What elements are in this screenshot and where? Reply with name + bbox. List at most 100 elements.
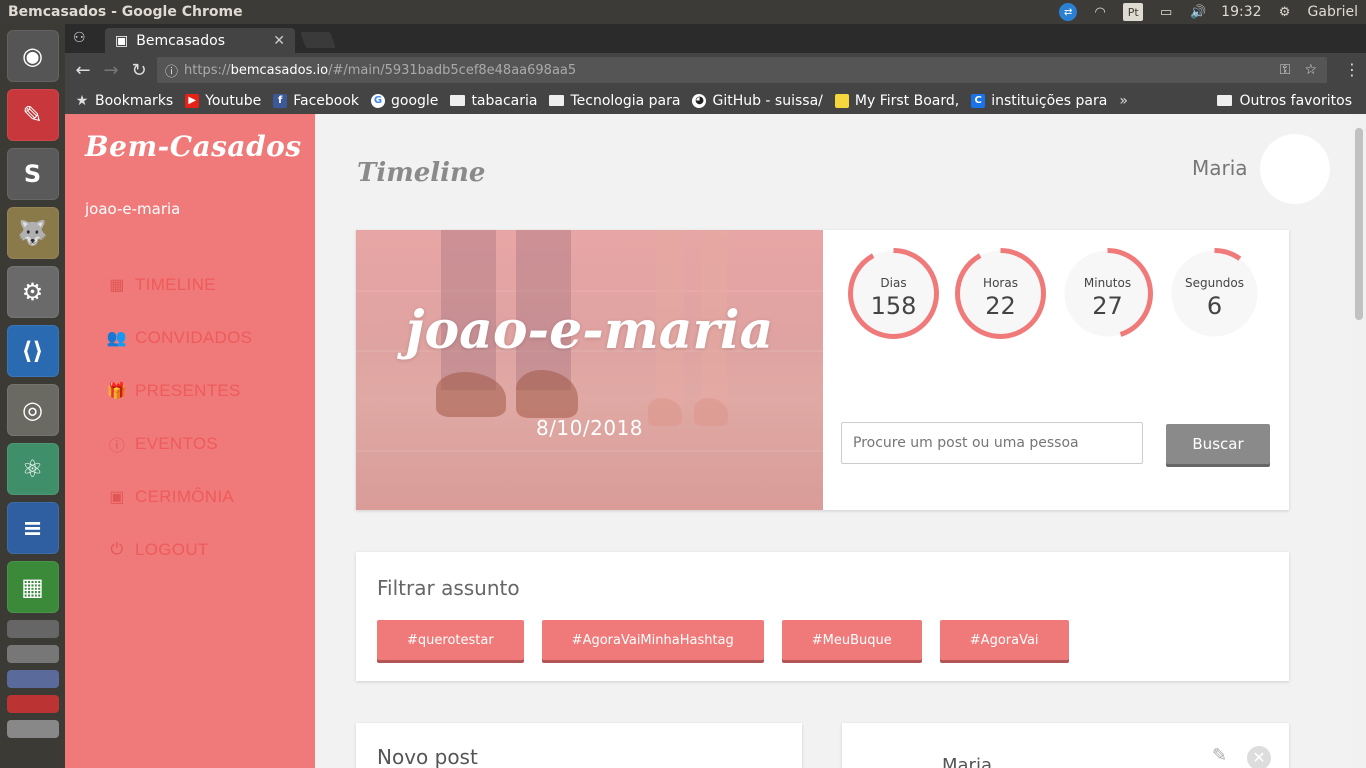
launcher-stacked-item-icon[interactable] [6,670,59,688]
countdown: Dias 158 Horas 22 Minutos 27 Segundos 6 [846,246,1262,341]
countdown-label: Segundos [1184,276,1245,290]
launcher-stacked-item-icon[interactable] [6,620,59,638]
search-input[interactable] [841,422,1143,464]
bookmark-item-google[interactable]: G google [371,93,438,109]
atom-icon[interactable]: ⚛ [6,443,59,495]
bookmark-item-trello[interactable]: My First Board, [834,92,960,109]
chrome-menu-icon[interactable]: ⋮ [1344,60,1360,79]
chrome-tab-strip: ⚇ ▣ Bemcasados ✕ [65,24,1366,53]
system-tray: ⇄ ◠ Pt ▭ 🔊 19:32 ⚙ Gabriel [1059,0,1358,24]
bookmark-label: Youtube [205,92,262,109]
bookmark-label: tabacaria [471,92,538,109]
countdown-seconds: Segundos 6 [1167,246,1262,341]
close-icon[interactable]: ✕ [1247,746,1271,768]
bookmark-item-facebook[interactable]: f Facebook [273,93,359,109]
youtube-icon: ▶ [185,93,200,108]
key-icon[interactable]: ⚿ [1280,62,1291,78]
other-bookmarks-label: Outros favoritos [1239,92,1353,109]
back-arrow-icon[interactable]: ← [69,60,97,81]
sidebar-item-label: TIMELINE [135,274,216,294]
teamviewer-icon[interactable]: ⇄ [1059,3,1078,21]
sidebar-item-convidados[interactable]: 👥 CONVIDADOS [107,311,252,364]
countdown-days: Dias 158 [846,246,941,341]
calendar-icon: ▣ [109,488,125,506]
page-scrollbar[interactable] [1352,114,1366,768]
bookmark-item-bookmarks[interactable]: ★ Bookmarks [75,92,174,109]
couple-photo: joao-e-maria 8/10/2018 [356,230,823,510]
bookmark-label: Bookmarks [95,92,174,109]
feed-post-card: Maria ✎ ✕ [842,723,1289,768]
site-info-icon[interactable]: ⓘ [165,61,178,80]
avatar[interactable] [1260,134,1330,204]
wifi-icon[interactable]: ◠ [1091,3,1109,21]
couple-slug: joao-e-maria [85,200,181,218]
page-title: Timeline [357,158,486,188]
settings-gear-icon[interactable]: ⚙ [1276,3,1294,21]
sidebar-item-logout[interactable]: ⏻ LOGOUT [107,523,252,576]
volume-icon[interactable]: 🔊 [1189,3,1207,21]
session-user[interactable]: Gabriel [1308,4,1358,20]
bookmark-label: My First Board, [854,92,960,109]
other-bookmarks[interactable]: Outros favoritos [1216,92,1353,109]
gimp-icon[interactable]: 🐺 [6,207,59,259]
browser-tab[interactable]: ▣ Bemcasados ✕ [105,28,295,53]
libreoffice-writer-icon[interactable]: ≡ [6,502,59,554]
sidebar-item-label: EVENTOS [135,433,219,453]
search-button[interactable]: Buscar [1166,424,1270,464]
bookmark-label: GitHub - suissa/ [712,92,823,109]
hashtag-button[interactable]: #AgoraVai [939,620,1069,660]
chrome-icon[interactable]: ◎ [6,384,59,436]
feed-post-author[interactable]: Maria [942,755,992,768]
keyboard-layout[interactable]: Pt [1123,3,1144,21]
clock[interactable]: 19:32 [1221,4,1261,20]
sidebar-item-label: CERIMÔNIA [135,486,235,506]
ubuntu-dash-icon[interactable]: ◉ [6,30,59,82]
brand-logo[interactable]: Bem-Casados [85,130,302,163]
countdown-value: 6 [1206,292,1223,320]
libreoffice-calc-icon[interactable]: ▦ [6,561,59,613]
facebook-icon: f [273,93,288,108]
address-bar[interactable]: ⓘ https://bemcasados.io/#/main/5931badb5… [157,57,1327,83]
hashtag-button[interactable]: #AgoraVaiMinhaHashtag [541,620,764,660]
battery-icon[interactable]: ▭ [1157,3,1175,21]
bookmark-item-tabacaria[interactable]: tabacaria [450,93,537,109]
launcher-stacked-item-icon[interactable] [6,695,59,713]
bookmark-item-instituicoes[interactable]: C instituições para [971,93,1107,109]
bookmark-item-github[interactable]: ◕ GitHub - suissa/ [692,92,823,109]
folder-icon [549,95,565,106]
forward-arrow-icon[interactable]: → [97,60,125,81]
filter-card: Filtrar assunto #querotestar #AgoraVaiMi… [356,552,1289,681]
sidebar-item-label: LOGOUT [135,539,209,559]
launcher-stacked-item-icon[interactable] [6,645,59,663]
sidebar-item-presentes[interactable]: 🎁 PRESENTES [107,364,252,417]
hero-card: joao-e-maria 8/10/2018 Dias 158 Horas 22… [356,230,1289,510]
photo-texture [356,290,823,292]
countdown-label: Dias [880,276,907,290]
url-protocol: https:// [184,62,231,78]
vscode-icon[interactable]: ⟨⟩ [6,325,59,377]
scrollbar-thumb[interactable] [1355,128,1363,320]
tab-close-icon[interactable]: ✕ [273,33,285,49]
incognito-icon: ⚇ [73,30,86,46]
system-settings-icon[interactable]: ⚙ [6,266,59,318]
bookmark-item-tecnologia[interactable]: Tecnologia para [549,93,680,109]
sidebar-item-timeline[interactable]: ▦ TIMELINE [107,258,252,311]
power-icon: ⏻ [110,540,124,558]
gift-icon: 🎁 [106,382,128,400]
hashtag-button[interactable]: #MeuBuque [781,620,922,660]
user-name[interactable]: Maria [1192,156,1248,180]
bookmark-star-icon[interactable]: ☆ [1304,62,1317,78]
new-tab-button[interactable] [300,32,336,48]
launcher-stacked-item-icon[interactable] [6,720,59,738]
reload-icon[interactable]: ↻ [125,60,153,81]
sublime-text-icon[interactable]: S [6,148,59,200]
pdf-reader-icon[interactable]: ✎ [6,89,59,141]
bookmark-item-youtube[interactable]: ▶ Youtube [185,93,261,109]
bookmarks-overflow-button[interactable]: » [1119,93,1128,109]
sidebar-item-eventos[interactable]: ⓘ EVENTOS [107,417,252,470]
hashtag-button[interactable]: #querotestar [377,620,524,660]
sidebar-item-cerimonia[interactable]: ▣ CERIMÔNIA [107,470,252,523]
window-title: Bemcasados - Google Chrome [8,4,243,20]
github-icon: ◕ [692,93,707,108]
edit-pencil-icon[interactable]: ✎ [1212,745,1227,766]
